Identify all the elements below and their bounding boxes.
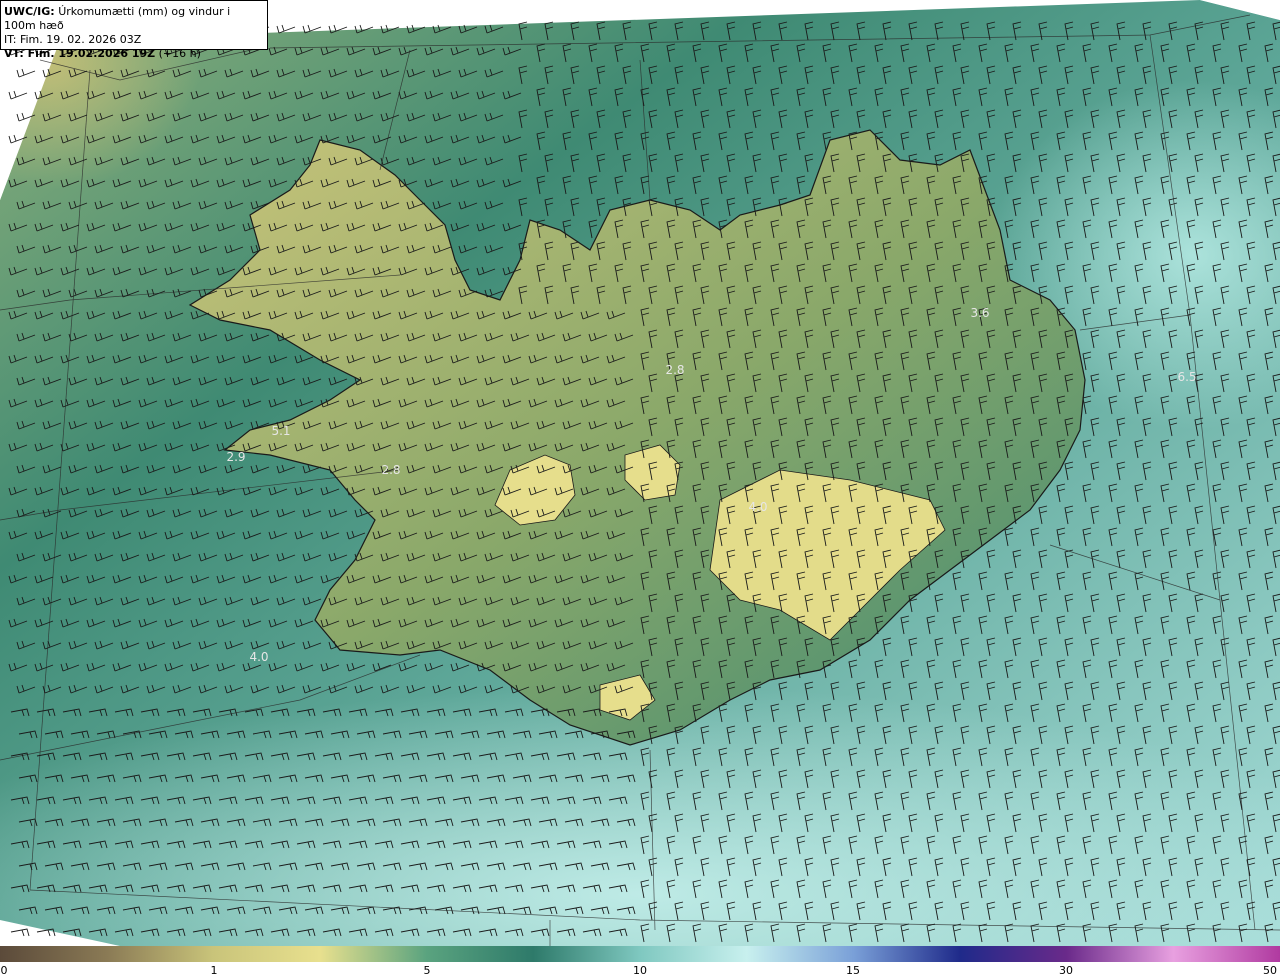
- map-value-label: 2.8: [381, 463, 401, 477]
- valid-time: VT: Fim. 19.02.2026 19Z: [4, 47, 156, 60]
- map-value-label: 2.8: [665, 363, 685, 377]
- map-area[interactable]: UWC/IG: Úrkomumætti (mm) og vindur i 100…: [0, 0, 1280, 946]
- forecast-offset: (+16 h): [158, 47, 201, 60]
- colorbar-ticks: 0 1 5 10 15 30 50: [0, 962, 1280, 978]
- colorbar: [0, 946, 1280, 962]
- valid-time-line: VT: Fim. 19.02.2026 19Z (+16 h): [4, 47, 264, 61]
- map-title-box: UWC/IG: Úrkomumætti (mm) og vindur i 100…: [0, 0, 268, 60]
- map-value-label: 4.0: [249, 650, 269, 664]
- map-value-label: 3.6: [970, 306, 990, 320]
- colorbar-tick: 10: [633, 964, 647, 977]
- map-value-label: 4.0: [748, 500, 768, 514]
- title-line-1: UWC/IG: Úrkomumætti (mm) og vindur i 100…: [4, 5, 264, 33]
- colorbar-tick: 50: [1263, 964, 1277, 977]
- precipitation-wind-map: [0, 0, 1280, 946]
- map-value-label: 6.5: [1177, 370, 1197, 384]
- map-value-label: 5.1: [271, 424, 291, 438]
- map-value-label: 2.9: [226, 450, 246, 464]
- product-name: UWC/IG:: [4, 5, 55, 18]
- colorbar-tick: 15: [846, 964, 860, 977]
- colorbar-tick: 30: [1059, 964, 1073, 977]
- colorbar-tick: 5: [423, 964, 431, 977]
- colorbar-tick: 0: [0, 964, 8, 977]
- init-time: IT: Fim. 19. 02. 2026 03Z: [4, 33, 142, 46]
- colorbar-tick: 1: [210, 964, 218, 977]
